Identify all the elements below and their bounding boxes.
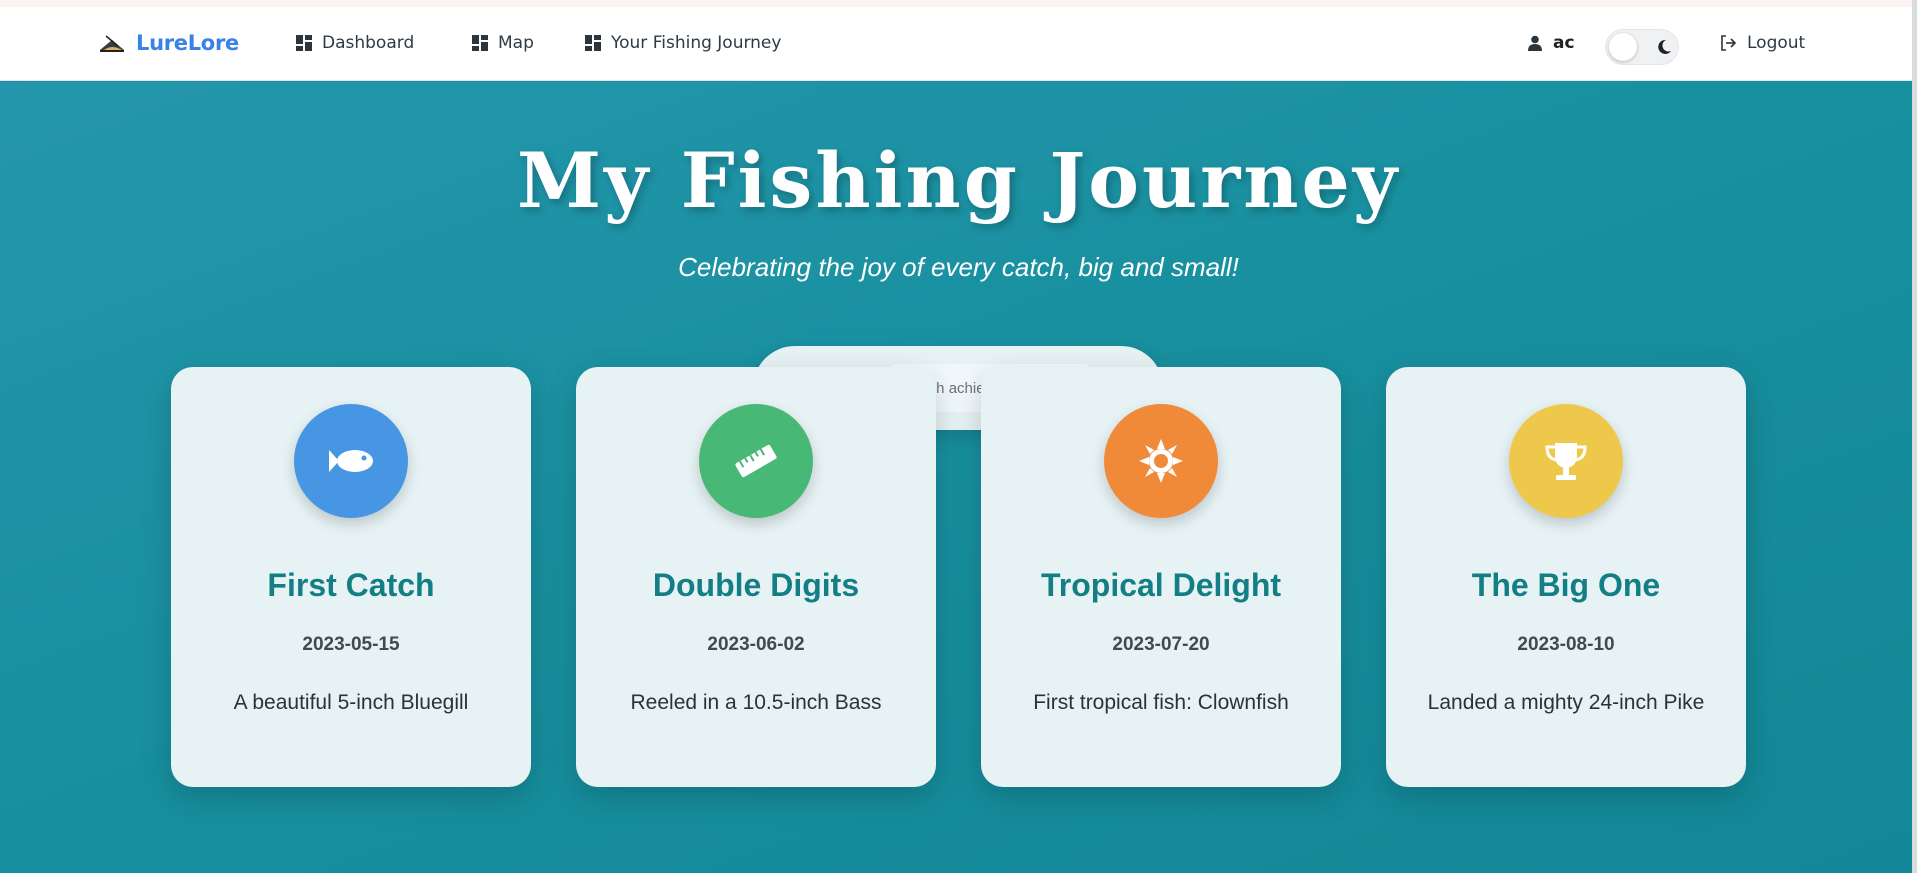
achievement-date: 2023-06-02	[707, 634, 805, 655]
brand-name: LureLore	[136, 31, 239, 55]
achievement-description: Reeled in a 10.5-inch Bass	[630, 691, 882, 714]
logout-label: Logout	[1747, 33, 1806, 53]
nav-link-dashboard[interactable]: Dashboard	[296, 33, 414, 53]
brand-logo-link[interactable]: LureLore	[98, 31, 239, 55]
achievement-description: First tropical fish: Clownfish	[1033, 691, 1289, 714]
achievement-title: Double Digits	[652, 567, 860, 603]
achievement-date: 2023-07-20	[1112, 634, 1210, 655]
logout-button[interactable]: Logout	[1719, 33, 1805, 53]
nav-link-label: Your Fishing Journey	[611, 33, 782, 53]
achievement-date: 2023-08-10	[1517, 634, 1615, 655]
achievement-icon-badge	[1104, 404, 1218, 518]
theme-toggle[interactable]	[1605, 29, 1679, 65]
achievement-date: 2023-05-15	[302, 634, 400, 655]
trophy-icon	[1545, 443, 1587, 480]
achievement-icon-badge	[1509, 404, 1623, 518]
fish-icon	[329, 450, 373, 472]
user-icon	[1528, 35, 1542, 51]
nav-link-label: Dashboard	[322, 33, 415, 53]
dashboard-icon	[296, 35, 312, 51]
nav-link-map[interactable]: Map	[472, 33, 534, 53]
achievement-description: A beautiful 5-inch Bluegill	[233, 691, 469, 714]
page-subtitle: Celebrating the joy of every catch, big …	[678, 252, 1239, 282]
fishing-logo-icon	[100, 35, 124, 52]
dashboard-icon	[472, 35, 488, 51]
achievement-title: First Catch	[267, 567, 435, 603]
navbar: LureLore Dashboard Map Your Fishing Jour…	[0, 7, 1917, 81]
achievement-icon-badge	[699, 404, 813, 518]
achievement-icon-badge	[294, 404, 408, 518]
achievement-card-tropical-delight[interactable]: Tropical Delight 2023-07-20 First tropic…	[981, 367, 1341, 787]
top-accent-strip	[0, 0, 1917, 7]
logout-icon	[1721, 35, 1737, 51]
achievement-card-first-catch[interactable]: First Catch 2023-05-15 A beautiful 5-inc…	[171, 367, 531, 787]
achievement-title: Tropical Delight	[1040, 567, 1282, 603]
achievement-card-double-digits[interactable]: Double Digits 2023-06-02 Reeled in a 10.…	[576, 367, 936, 787]
nav-link-label: Map	[498, 33, 534, 53]
ruler-icon	[735, 444, 777, 478]
toggle-knob	[1609, 33, 1637, 61]
achievement-card-the-big-one[interactable]: The Big One 2023-08-10 Landed a mighty 2…	[1386, 367, 1746, 787]
moon-icon	[1658, 39, 1671, 54]
user-menu[interactable]: ac	[1527, 33, 1575, 53]
nav-link-your-fishing-journey[interactable]: Your Fishing Journey	[585, 33, 781, 53]
page-title: My Fishing Journey	[516, 136, 1401, 225]
sun-icon	[1139, 439, 1183, 483]
achievement-title: The Big One	[1471, 567, 1661, 603]
achievement-description: Landed a mighty 24-inch Pike	[1427, 691, 1705, 714]
username: ac	[1553, 33, 1575, 53]
hero-section: My Fishing Journey Celebrating the joy o…	[0, 82, 1917, 873]
page-scrollbar[interactable]	[1912, 0, 1917, 873]
dashboard-icon	[585, 35, 601, 51]
